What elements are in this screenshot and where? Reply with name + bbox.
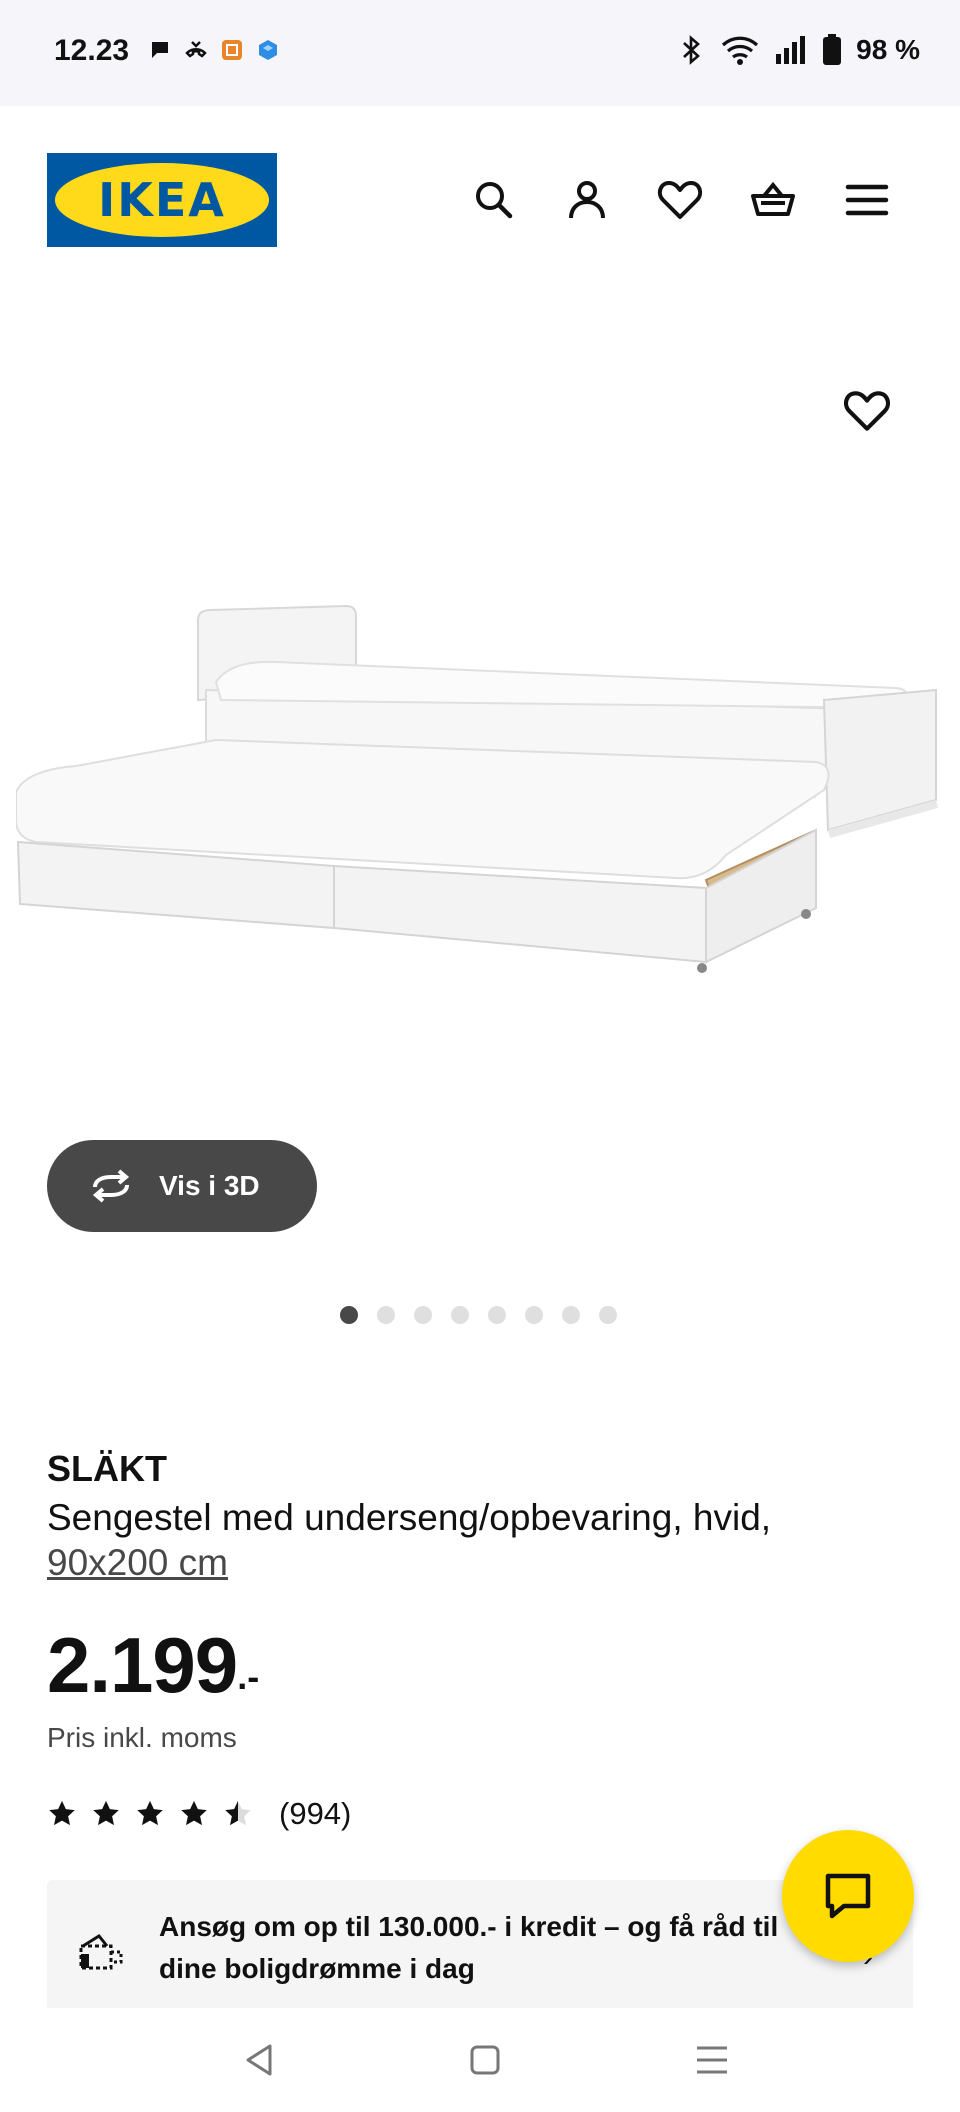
chat-button[interactable] [782,1830,914,1962]
chat-bubble-icon [148,38,172,62]
price-amount: 2.199 [47,1621,238,1709]
view-in-3d-button[interactable]: Vis i 3D [47,1140,317,1232]
price-vat-note: Pris inkl. moms [47,1722,237,1753]
review-count: (994) [279,1796,352,1831]
gallery-dot[interactable] [377,1306,395,1324]
site-header: IKEA [0,106,960,290]
battery-percentage: 98 % [856,34,920,65]
home-nav-icon[interactable] [463,2038,507,2082]
status-time: 12.23 [54,34,130,67]
gallery-dot[interactable] [414,1306,432,1324]
view-in-3d-label: Vis i 3D [159,1170,260,1201]
ikea-logo[interactable]: IKEA [47,153,277,247]
back-nav-icon[interactable] [238,2038,282,2082]
favourites-heart-icon[interactable] [656,176,704,224]
product-name: SLÄKT [47,1448,167,1489]
app-notification-icon [256,38,280,62]
menu-icon[interactable] [843,176,891,224]
credit-banner-text: Ansøg om op til 130.000.- i kredit – og … [159,1911,779,1984]
status-bar: 12.23 98 % [0,0,960,106]
notification-icons [148,38,280,62]
recents-nav-icon[interactable] [690,2038,734,2082]
product-gallery[interactable]: Vis i 3D [0,290,960,1330]
star-full-icon [49,1800,75,1826]
system-status: 98 % [678,34,920,66]
gallery-dot[interactable] [599,1306,617,1324]
rating-stars [47,1799,253,1829]
gallery-dot[interactable] [340,1306,358,1324]
search-icon[interactable] [470,176,518,224]
battery-icon [823,34,842,65]
basket-icon[interactable] [749,176,797,224]
gallery-dot[interactable] [451,1306,469,1324]
star-full-icon [181,1800,207,1826]
star-full-icon [93,1800,119,1826]
gallery-dot[interactable] [488,1306,506,1324]
wifi-icon [722,36,759,65]
credit-wallet-icon [79,1934,123,1970]
star-full-icon [137,1800,163,1826]
gallery-dot[interactable] [562,1306,580,1324]
product-size-link[interactable]: 90x200 cm [47,1542,228,1584]
add-to-favourites-heart-icon[interactable] [842,386,892,436]
app-notification-icon [220,38,244,62]
product-image-bed [16,604,938,973]
product-rating[interactable]: (994) [47,1796,351,1832]
profile-icon[interactable] [563,176,611,224]
system-navigation-bar [0,2008,960,2112]
chat-bubble-icon [825,1873,871,1919]
gallery-pagination [340,1306,617,1324]
rotate-3d-icon [92,1169,130,1203]
product-description: Sengestel med underseng/opbevaring, hvid… [47,1497,772,1538]
bluetooth-icon [683,35,701,65]
missed-call-icon [184,38,208,62]
product-price: 2.199 .- [47,1620,259,1711]
signal-icon [776,36,806,64]
price-suffix: .- [237,1656,260,1697]
gallery-dot[interactable] [525,1306,543,1324]
star-half-icon [225,1800,251,1826]
logo-text: IKEA [98,173,226,227]
